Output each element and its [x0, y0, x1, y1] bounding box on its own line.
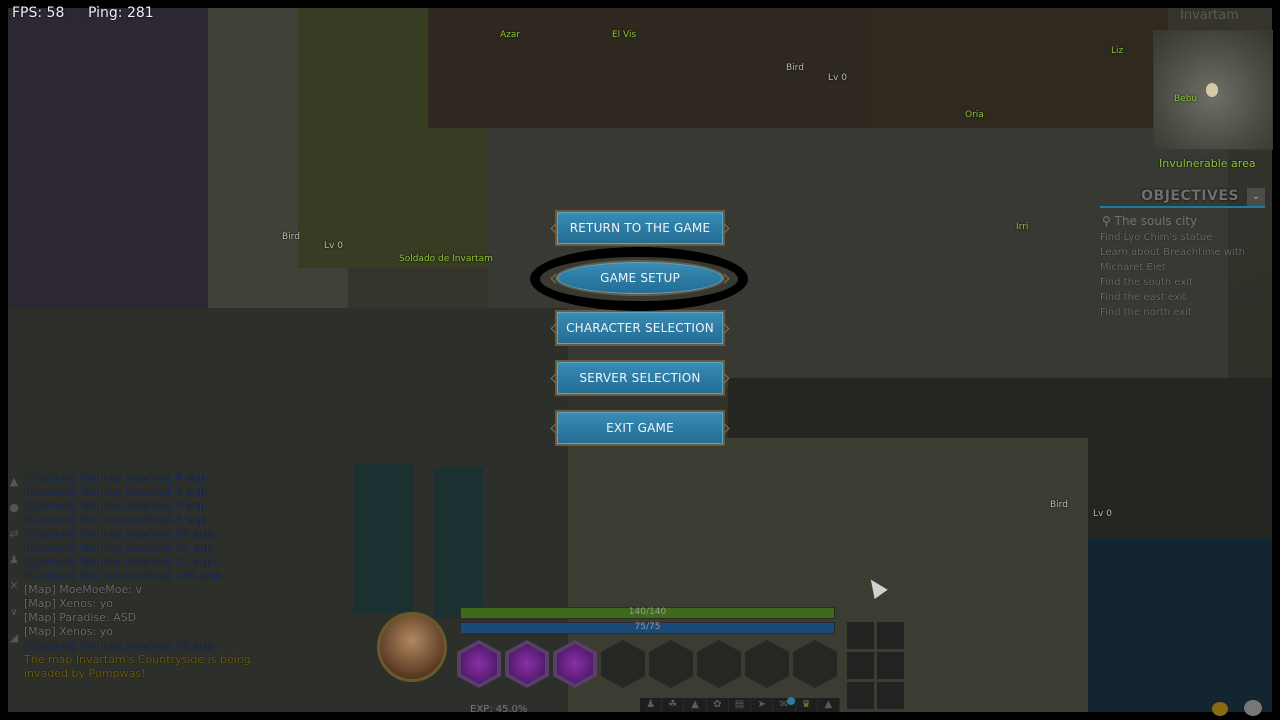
location-pin-icon: ⚲: [1102, 214, 1111, 228]
chat-message: [Combat] You has received 50 exp.: [24, 639, 217, 652]
character-selection-button[interactable]: CHARACTER SELECTION: [555, 310, 725, 346]
monster-name-bird[interactable]: Bird: [1050, 500, 1068, 510]
building-right: [868, 8, 1168, 148]
objectives-panel: OBJECTIVES ⌄ ⚲ The souls city Find Lyo C…: [1100, 188, 1265, 320]
zone-name: Invartam: [1180, 8, 1239, 23]
settings-icon[interactable]: ▲: [818, 698, 840, 712]
mp-bar: 75/75: [460, 622, 835, 634]
guild-icon[interactable]: ♛: [796, 698, 818, 712]
notification-dot: [787, 697, 795, 705]
party-icon[interactable]: ☘: [662, 698, 685, 712]
chat-tab-party-icon[interactable]: ♟: [8, 553, 20, 579]
chat-message: [Combat] You has received 11 exp.: [24, 541, 217, 554]
inventory-slot[interactable]: [877, 682, 904, 709]
sun-icon[interactable]: [1212, 702, 1228, 716]
quests-icon[interactable]: ▤: [729, 698, 752, 712]
mp-label: 75/75: [634, 622, 661, 632]
player-marker-icon: [1206, 83, 1218, 97]
monster-level: Lv 0: [828, 73, 847, 83]
chat-message: [Combat] You has received 100 exp.: [24, 569, 224, 582]
chat-tab-system-icon[interactable]: ◢: [8, 631, 20, 657]
inventory-slot[interactable]: [847, 622, 874, 649]
chat-log[interactable]: [Combat] You has received 4 exp. [Combat…: [24, 471, 264, 681]
water: [1088, 538, 1272, 712]
character-icon[interactable]: ♟: [640, 698, 663, 712]
monster-name-bird[interactable]: Bird: [282, 232, 300, 242]
hp-bar: 140/140: [460, 607, 835, 619]
npc-name-oria[interactable]: Oria: [965, 110, 984, 120]
monster-name-bird[interactable]: Bird: [786, 63, 804, 73]
inventory-slot[interactable]: [877, 652, 904, 679]
skills-icon[interactable]: ▲: [684, 698, 707, 712]
inventory-slot[interactable]: [847, 682, 874, 709]
objectives-divider: [1100, 206, 1265, 208]
quick-inventory: [847, 622, 904, 709]
chat-message: [Map] Paradise: ASD: [24, 611, 137, 624]
chat-tab-whisper-icon[interactable]: ∨: [8, 605, 20, 631]
exit-game-button[interactable]: EXIT GAME: [555, 410, 725, 446]
skill-1-icon: [461, 644, 497, 684]
chat-tabs: ▲ ● ⇄ ♟ ✕ ∨ ◢: [8, 475, 20, 657]
game-menu-bar: ♟ ☘ ▲ ✿ ▤ ➤ ✉ ♛ ▲: [640, 698, 840, 712]
chat-tab-guild-icon[interactable]: ✕: [8, 579, 20, 605]
chat-message: [Map] Xenos: yo: [24, 597, 113, 610]
hp-label: 140/140: [628, 607, 667, 617]
monster-level: Lv 0: [1093, 509, 1112, 519]
minimap-marker-label: Bebu: [1174, 94, 1198, 104]
house-left: [8, 8, 208, 308]
chat-tab-all-icon[interactable]: ▲: [8, 475, 20, 501]
npc-name-liz[interactable]: Liz: [1111, 46, 1123, 56]
objective-item: Find Lyo Chim's statue: [1100, 232, 1213, 243]
mount-icon[interactable]: ➤: [751, 698, 774, 712]
server-selection-button[interactable]: SERVER SELECTION: [555, 360, 725, 396]
chat-message-system: The map Invartam's Countryside is being …: [24, 653, 251, 680]
quest-name: The souls city: [1114, 214, 1198, 228]
chat-message: [Combat] You has received 4 exp.: [24, 513, 210, 526]
fps-counter: FPS: 58: [12, 5, 65, 21]
objective-item: Learn about Breachtime with Micharet Ele…: [1100, 247, 1246, 273]
objectives-title: OBJECTIVES: [1141, 188, 1239, 204]
chat-tab-combat-icon[interactable]: ●: [8, 501, 20, 527]
monster-level: Lv 0: [324, 241, 343, 251]
chevron-down-icon[interactable]: ⌄: [1247, 188, 1265, 206]
npc-name-soldado[interactable]: Soldado de Invartam: [399, 254, 493, 264]
chat-message: [Combat] You has received 4 exp.: [24, 499, 210, 512]
objective-item: Find the east exit: [1100, 292, 1187, 303]
banner-left: [353, 463, 413, 613]
chat-message: [Map] Xenos: yo: [24, 625, 113, 638]
objective-item: Find the south exit: [1100, 277, 1193, 288]
chat-message: [Combat] You has received 4 exp.: [24, 485, 210, 498]
banner-right: [433, 468, 483, 618]
ping-counter: Ping: 281: [88, 5, 154, 21]
inventory-slot[interactable]: [847, 652, 874, 679]
return-to-game-button[interactable]: RETURN TO THE GAME: [555, 210, 725, 246]
npc-name-irri[interactable]: Irri: [1016, 222, 1028, 232]
skill-2-icon: [509, 644, 545, 684]
skill-3-icon: [557, 644, 593, 684]
inventory-slot[interactable]: [877, 622, 904, 649]
chat-tab-trade-icon[interactable]: ⇄: [8, 527, 20, 553]
chat-message: [Combat] You has received 26 exp.: [24, 527, 217, 540]
chat-message: [Map] MoeMoeMoe: v: [24, 583, 142, 596]
npc-name-azar[interactable]: Azar: [500, 30, 520, 40]
minimap[interactable]: Bebu: [1153, 30, 1273, 150]
exp-label: EXP: 45.0%: [470, 704, 528, 715]
game-setup-button[interactable]: GAME SETUP: [555, 260, 725, 296]
player-portrait[interactable]: [377, 612, 447, 682]
objective-item: Find the north exit: [1100, 307, 1192, 318]
avatar-icon[interactable]: [1244, 700, 1262, 716]
chat-message: [Combat] You has received 4 exp.: [24, 471, 210, 484]
chat-message: [Combat] You has received 11 exp.: [24, 555, 217, 568]
npc-name-el-vis[interactable]: El Vis: [612, 30, 636, 40]
area-status: Invulnerable area: [1159, 157, 1256, 170]
pets-icon[interactable]: ✿: [707, 698, 729, 712]
